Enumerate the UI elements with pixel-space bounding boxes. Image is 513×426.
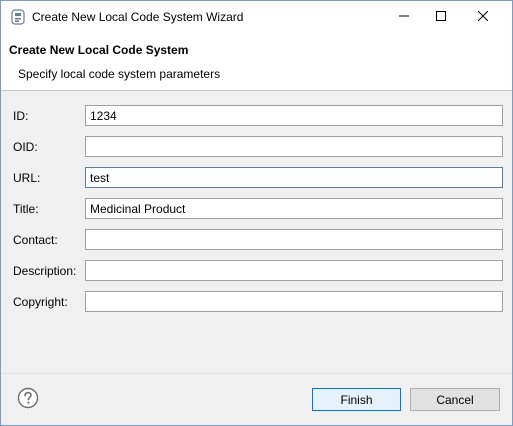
- title-field[interactable]: [85, 198, 503, 219]
- copyright-field[interactable]: [85, 291, 503, 312]
- copyright-label: Copyright:: [13, 295, 68, 309]
- title-label: Title:: [13, 202, 39, 216]
- close-button[interactable]: [465, 1, 501, 33]
- minimize-button[interactable]: [386, 1, 422, 33]
- wizard-dialog: Create New Local Code System Wizard Crea…: [0, 0, 513, 426]
- oid-field[interactable]: [85, 136, 503, 157]
- window-title: Create New Local Code System Wizard: [32, 10, 244, 24]
- parameters-form: ID: OID: URL: Title: Contact: Descriptio…: [1, 91, 512, 361]
- id-field[interactable]: [85, 105, 503, 126]
- page-description: Specify local code system parameters: [18, 67, 221, 81]
- oid-label: OID:: [13, 140, 38, 154]
- url-field[interactable]: [85, 167, 503, 188]
- button-bar-divider: [1, 373, 512, 374]
- close-icon: [477, 8, 489, 26]
- help-icon: [17, 387, 39, 413]
- url-label: URL:: [13, 171, 41, 185]
- id-label: ID:: [13, 109, 29, 123]
- maximize-button[interactable]: [423, 1, 459, 33]
- minimize-icon: [399, 8, 409, 26]
- cancel-button[interactable]: Cancel: [410, 388, 500, 411]
- maximize-icon: [436, 8, 446, 26]
- title-bar[interactable]: Create New Local Code System Wizard: [1, 1, 512, 33]
- help-button[interactable]: [17, 387, 39, 409]
- page-title: Create New Local Code System: [9, 43, 189, 57]
- description-field[interactable]: [85, 260, 503, 281]
- finish-button[interactable]: Finish: [312, 388, 401, 411]
- wizard-header: Create New Local Code System Specify loc…: [1, 33, 512, 91]
- wizard-app-icon: [11, 9, 25, 25]
- contact-label: Contact:: [13, 233, 58, 247]
- description-label: Description:: [13, 264, 77, 278]
- contact-field[interactable]: [85, 229, 503, 250]
